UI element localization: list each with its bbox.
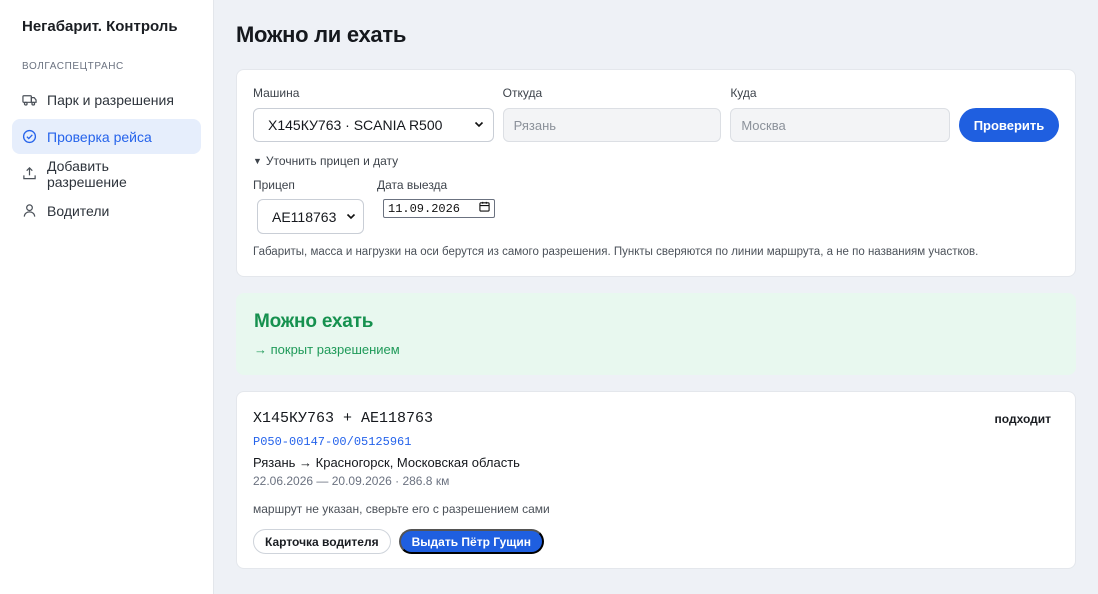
- date-field: Дата выезда 11.09.2026: [377, 178, 495, 218]
- driver-card-button[interactable]: Карточка водителя: [253, 529, 391, 554]
- from-placeholder: Рязань: [513, 117, 557, 133]
- trailer-select-value: АЕ118763: [272, 208, 337, 225]
- main-content: Можно ли ехать Машина Х145КУ763 · SCANIA…: [214, 0, 1098, 594]
- organization-label: ВОЛГАСПЕЦТРАНС: [22, 61, 124, 72]
- route-row: Машина Х145КУ763 · SCANIA R500 Откуда Ря…: [253, 86, 1059, 142]
- sidebar: Негабарит. Контроль ВОЛГАСПЕЦТРАНС Парк …: [0, 0, 214, 594]
- vehicle-label: Машина: [253, 86, 300, 100]
- from-field: Откуда Рязань: [502, 86, 722, 142]
- trailer-label: Прицеп: [253, 178, 295, 192]
- triangle-down-icon: ▼: [253, 156, 262, 166]
- upload-icon: [22, 166, 37, 181]
- to-input[interactable]: Москва: [730, 108, 950, 142]
- chevron-down-icon: [345, 209, 357, 225]
- from-input[interactable]: Рязань: [502, 108, 722, 142]
- to-label: Куда: [730, 86, 757, 100]
- truck-icon: [22, 92, 37, 107]
- departure-date-input[interactable]: 11.09.2026: [383, 199, 495, 218]
- permit-actions: Карточка водителя Выдать Пётр Гущин: [253, 529, 1059, 554]
- permit-vehicles: Х145КУ763 + АЕ118763: [253, 410, 434, 427]
- status-badge: подходит: [994, 412, 1051, 426]
- permit-card: Х145КУ763 + АЕ118763 подходит Р050-00147…: [236, 391, 1076, 569]
- form-hint: Габариты, масса и нагрузки на оси берутс…: [253, 246, 979, 258]
- date-value: 11.09.2026: [388, 201, 461, 216]
- status-title: Можно ехать: [254, 311, 374, 332]
- date-label: Дата выезда: [377, 178, 448, 192]
- page-title: Можно ли ехать: [236, 22, 407, 47]
- sidebar-item-add-permit[interactable]: Добавить разрешение: [12, 156, 201, 191]
- trailer-date-toggle-label: Уточнить прицеп и дату: [265, 154, 399, 168]
- user-icon: [22, 203, 37, 218]
- to-field: Куда Москва: [730, 86, 950, 142]
- trailer-date-row: Прицеп АЕ118763 Дата выезда 11.09.2026: [253, 178, 1059, 234]
- vehicle-select[interactable]: Х145КУ763 · SCANIA R500: [253, 108, 494, 142]
- status-subtitle: → покрыт разрешением: [254, 342, 400, 357]
- to-placeholder: Москва: [741, 117, 786, 133]
- permit-dates: 22.06.2026 — 20.09.2026 · 286.8 км: [253, 474, 450, 488]
- sidebar-item-fleet[interactable]: Парк и разрешения: [12, 82, 201, 117]
- trip-status-banner: Можно ехать → покрыт разрешением: [236, 293, 1076, 375]
- permit-number-link[interactable]: Р050-00147-00/05125961: [253, 435, 1059, 449]
- issue-to-driver-button[interactable]: Выдать Пётр Гущин: [398, 529, 545, 554]
- sidebar-item-drivers[interactable]: Водители: [12, 193, 201, 228]
- check-circle-icon: [22, 129, 37, 144]
- sidebar-item-label: Добавить разрешение: [47, 157, 127, 190]
- sidebar-item-label: Водители: [47, 202, 110, 219]
- sidebar-item-label: Парк и разрешения: [47, 91, 174, 108]
- trailer-date-toggle[interactable]: ▼ Уточнить прицеп и дату: [253, 154, 1059, 168]
- trip-check-form: Машина Х145КУ763 · SCANIA R500 Откуда Ря…: [236, 69, 1076, 277]
- vehicle-select-value: Х145КУ763 · SCANIA R500: [268, 117, 443, 133]
- permit-note: маршрут не указан, сверьте его с разреше…: [253, 502, 550, 516]
- from-label: Откуда: [502, 86, 543, 100]
- app-brand: Негабарит. Контроль: [22, 18, 178, 35]
- sidebar-item-label: Проверка рейса: [47, 128, 152, 145]
- check-button[interactable]: Проверить: [958, 108, 1059, 142]
- chevron-down-icon: [473, 117, 485, 133]
- sidebar-item-trip-check[interactable]: Проверка рейса: [12, 119, 201, 154]
- calendar-icon: [479, 201, 490, 216]
- permit-route: Рязань → Красногорск, Московская область: [253, 455, 520, 470]
- vehicle-field: Машина Х145КУ763 · SCANIA R500: [253, 86, 494, 142]
- trailer-select[interactable]: АЕ118763: [257, 199, 364, 234]
- trailer-field: Прицеп АЕ118763: [253, 178, 364, 234]
